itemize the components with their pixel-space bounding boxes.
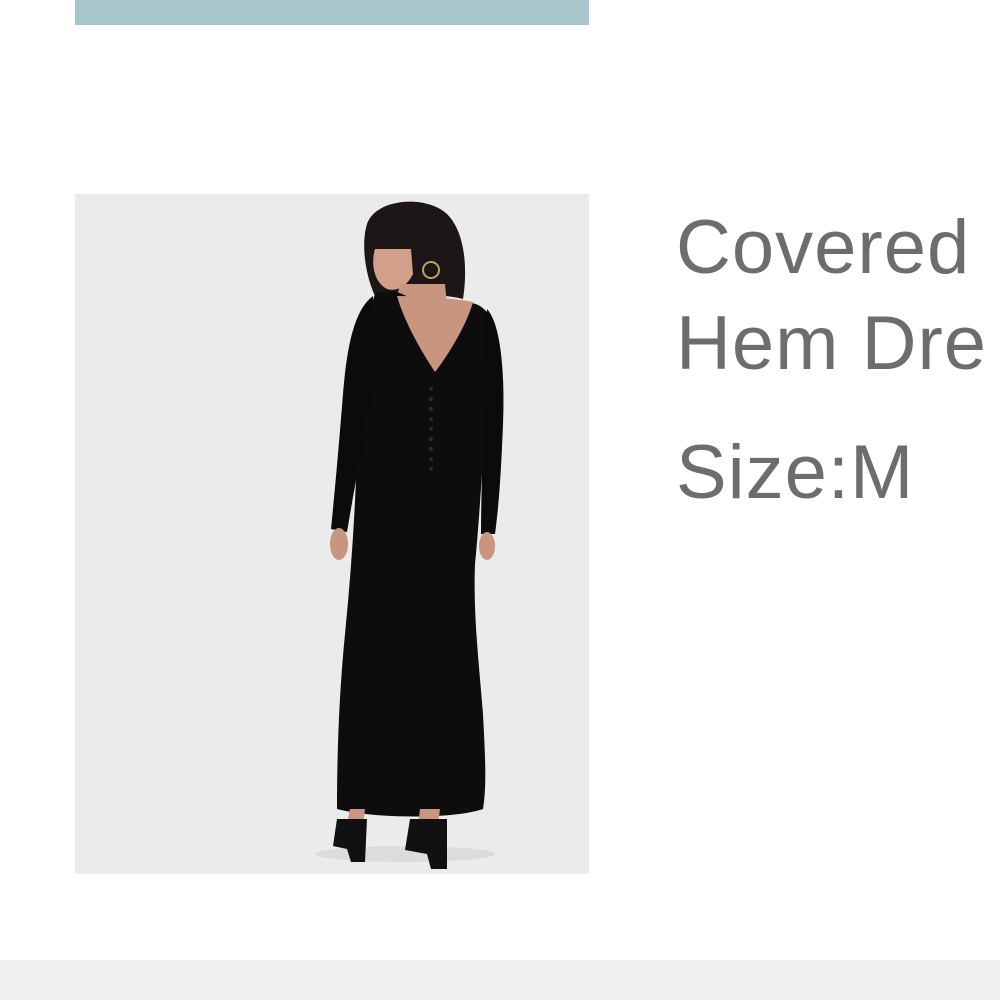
previous-item-image[interactable] [75,0,589,25]
bottom-bar [0,960,1000,1000]
size-value: M [849,430,915,515]
product-title-line-1: Covered [676,205,971,290]
size-label: Size: [676,430,850,515]
cart-screen: Covered Hem Dre Size:M [0,0,1000,1000]
product-title-line-2: Hem Dre [676,301,988,386]
size-info: Size:M [676,428,914,518]
dress-photo [75,194,589,874]
product-title[interactable]: Covered Hem Dre [676,200,1000,392]
product-image[interactable] [75,194,589,874]
